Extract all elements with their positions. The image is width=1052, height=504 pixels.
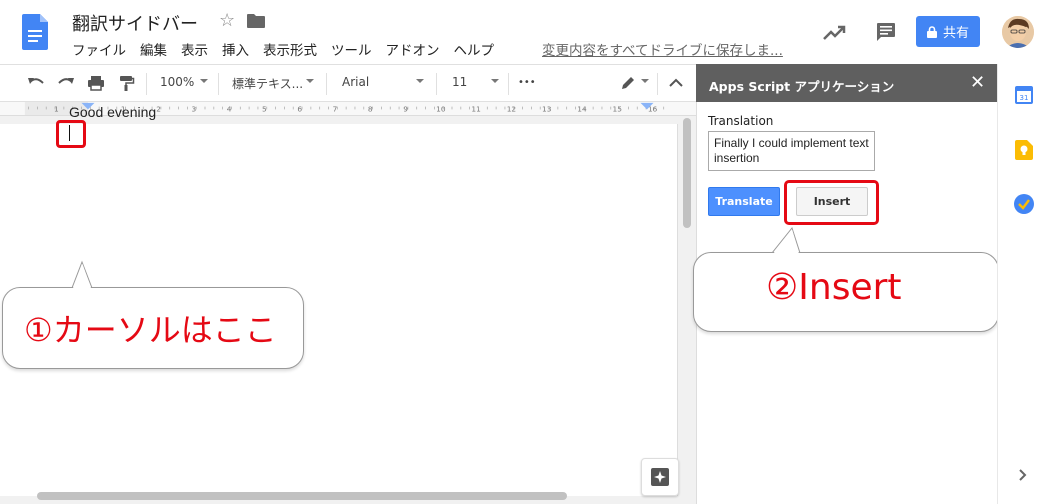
close-icon[interactable]: ✕ <box>970 72 985 93</box>
keep-icon[interactable] <box>1015 140 1033 160</box>
chevron-down-icon <box>416 79 424 83</box>
side-rail <box>997 64 1052 504</box>
tasks-icon[interactable] <box>1014 194 1034 214</box>
toolbar-divider <box>508 73 509 95</box>
menu-help[interactable]: ヘルプ <box>454 39 495 59</box>
comment-icon[interactable] <box>876 22 896 42</box>
translation-label: Translation <box>708 114 774 128</box>
toolbar-divider <box>146 73 147 95</box>
print-icon[interactable] <box>87 74 105 92</box>
ruler-number: 11 <box>471 104 481 113</box>
callout-pointer-fill <box>73 264 91 288</box>
calendar-icon[interactable]: 31 <box>1015 84 1033 104</box>
zoom-select[interactable]: 100% <box>160 75 194 89</box>
callout-pointer-fill <box>773 230 799 254</box>
font-select[interactable]: Arial <box>342 75 369 89</box>
undo-icon[interactable] <box>27 74 45 92</box>
menu-addons[interactable]: アドオン <box>386 39 440 59</box>
share-button[interactable]: 共有 <box>916 16 980 47</box>
redo-icon[interactable] <box>57 74 75 92</box>
toolbar-divider <box>436 73 437 95</box>
menu-bar: ファイル 編集 表示 挿入 表示形式 ツール アドオン ヘルプ <box>72 39 508 59</box>
ruler-number: 14 <box>577 104 587 113</box>
pencil-icon[interactable] <box>619 74 637 92</box>
style-select[interactable]: 標準テキス... <box>232 75 303 92</box>
menu-view[interactable]: 表示 <box>181 39 208 59</box>
document-text[interactable]: Good evening <box>69 104 156 120</box>
ruler-number: 2 <box>156 104 161 113</box>
trend-icon[interactable] <box>823 24 847 42</box>
menu-file[interactable]: ファイル <box>72 39 126 59</box>
toolbar: 100% 標準テキス... Arial 11 ••• <box>0 64 696 102</box>
lock-icon <box>926 25 937 38</box>
menu-edit[interactable]: 編集 <box>140 39 167 59</box>
more-button[interactable]: ••• <box>518 77 536 88</box>
collapse-icon[interactable] <box>667 74 685 92</box>
ruler-number: 12 <box>507 104 516 113</box>
ruler-number: 3 <box>191 104 196 113</box>
chevron-down-icon <box>200 79 208 83</box>
insert-highlight-box <box>784 180 879 225</box>
ruler-number: 8 <box>368 104 373 113</box>
chevron-down-icon <box>491 79 499 83</box>
translate-button[interactable]: Translate <box>708 187 780 216</box>
ruler-number: 4 <box>227 104 232 113</box>
ruler-number: 10 <box>436 104 446 113</box>
docs-logo[interactable] <box>22 14 48 50</box>
insert-callout-text: ②Insert <box>766 267 902 308</box>
chevron-down-icon <box>306 79 314 83</box>
cursor-callout-text: ①カーソルはここ <box>24 311 277 349</box>
folder-icon[interactable] <box>247 14 265 28</box>
chevron-down-icon <box>641 79 649 83</box>
avatar[interactable] <box>1002 16 1034 48</box>
vertical-scroll-thumb[interactable] <box>683 118 691 228</box>
star-icon[interactable]: ☆ <box>219 10 235 31</box>
menu-insert[interactable]: 挿入 <box>222 39 249 59</box>
ruler-number: 5 <box>262 104 267 113</box>
horizontal-scroll-thumb[interactable] <box>37 492 567 500</box>
menu-format[interactable]: 表示形式 <box>263 39 317 59</box>
menu-tools[interactable]: ツール <box>331 39 372 59</box>
document-title[interactable]: 翻訳サイドバー <box>72 10 198 36</box>
toolbar-divider <box>657 73 658 95</box>
ruler-number: 9 <box>403 104 408 113</box>
paint-format-icon[interactable] <box>117 74 135 92</box>
svg-text:31: 31 <box>1020 94 1029 102</box>
explore-icon <box>651 468 669 486</box>
font-size-select[interactable]: 11 <box>452 75 467 89</box>
save-status-link[interactable]: 変更内容をすべてドライブに保存しま... <box>542 39 783 59</box>
ruler-number: 15 <box>613 104 623 113</box>
share-label: 共有 <box>942 26 969 41</box>
cursor-highlight-box <box>56 120 86 148</box>
ruler-number: 6 <box>297 104 302 113</box>
explore-button[interactable] <box>641 458 679 496</box>
chevron-right-icon[interactable] <box>1018 468 1028 482</box>
sidebar-title: Apps Script アプリケーション <box>709 79 895 94</box>
ruler-number: 7 <box>333 104 338 113</box>
toolbar-divider <box>218 73 219 95</box>
translation-field[interactable]: Finally I could implement text insertion <box>708 131 875 171</box>
ruler-number: 13 <box>542 104 552 113</box>
toolbar-divider <box>326 73 327 95</box>
